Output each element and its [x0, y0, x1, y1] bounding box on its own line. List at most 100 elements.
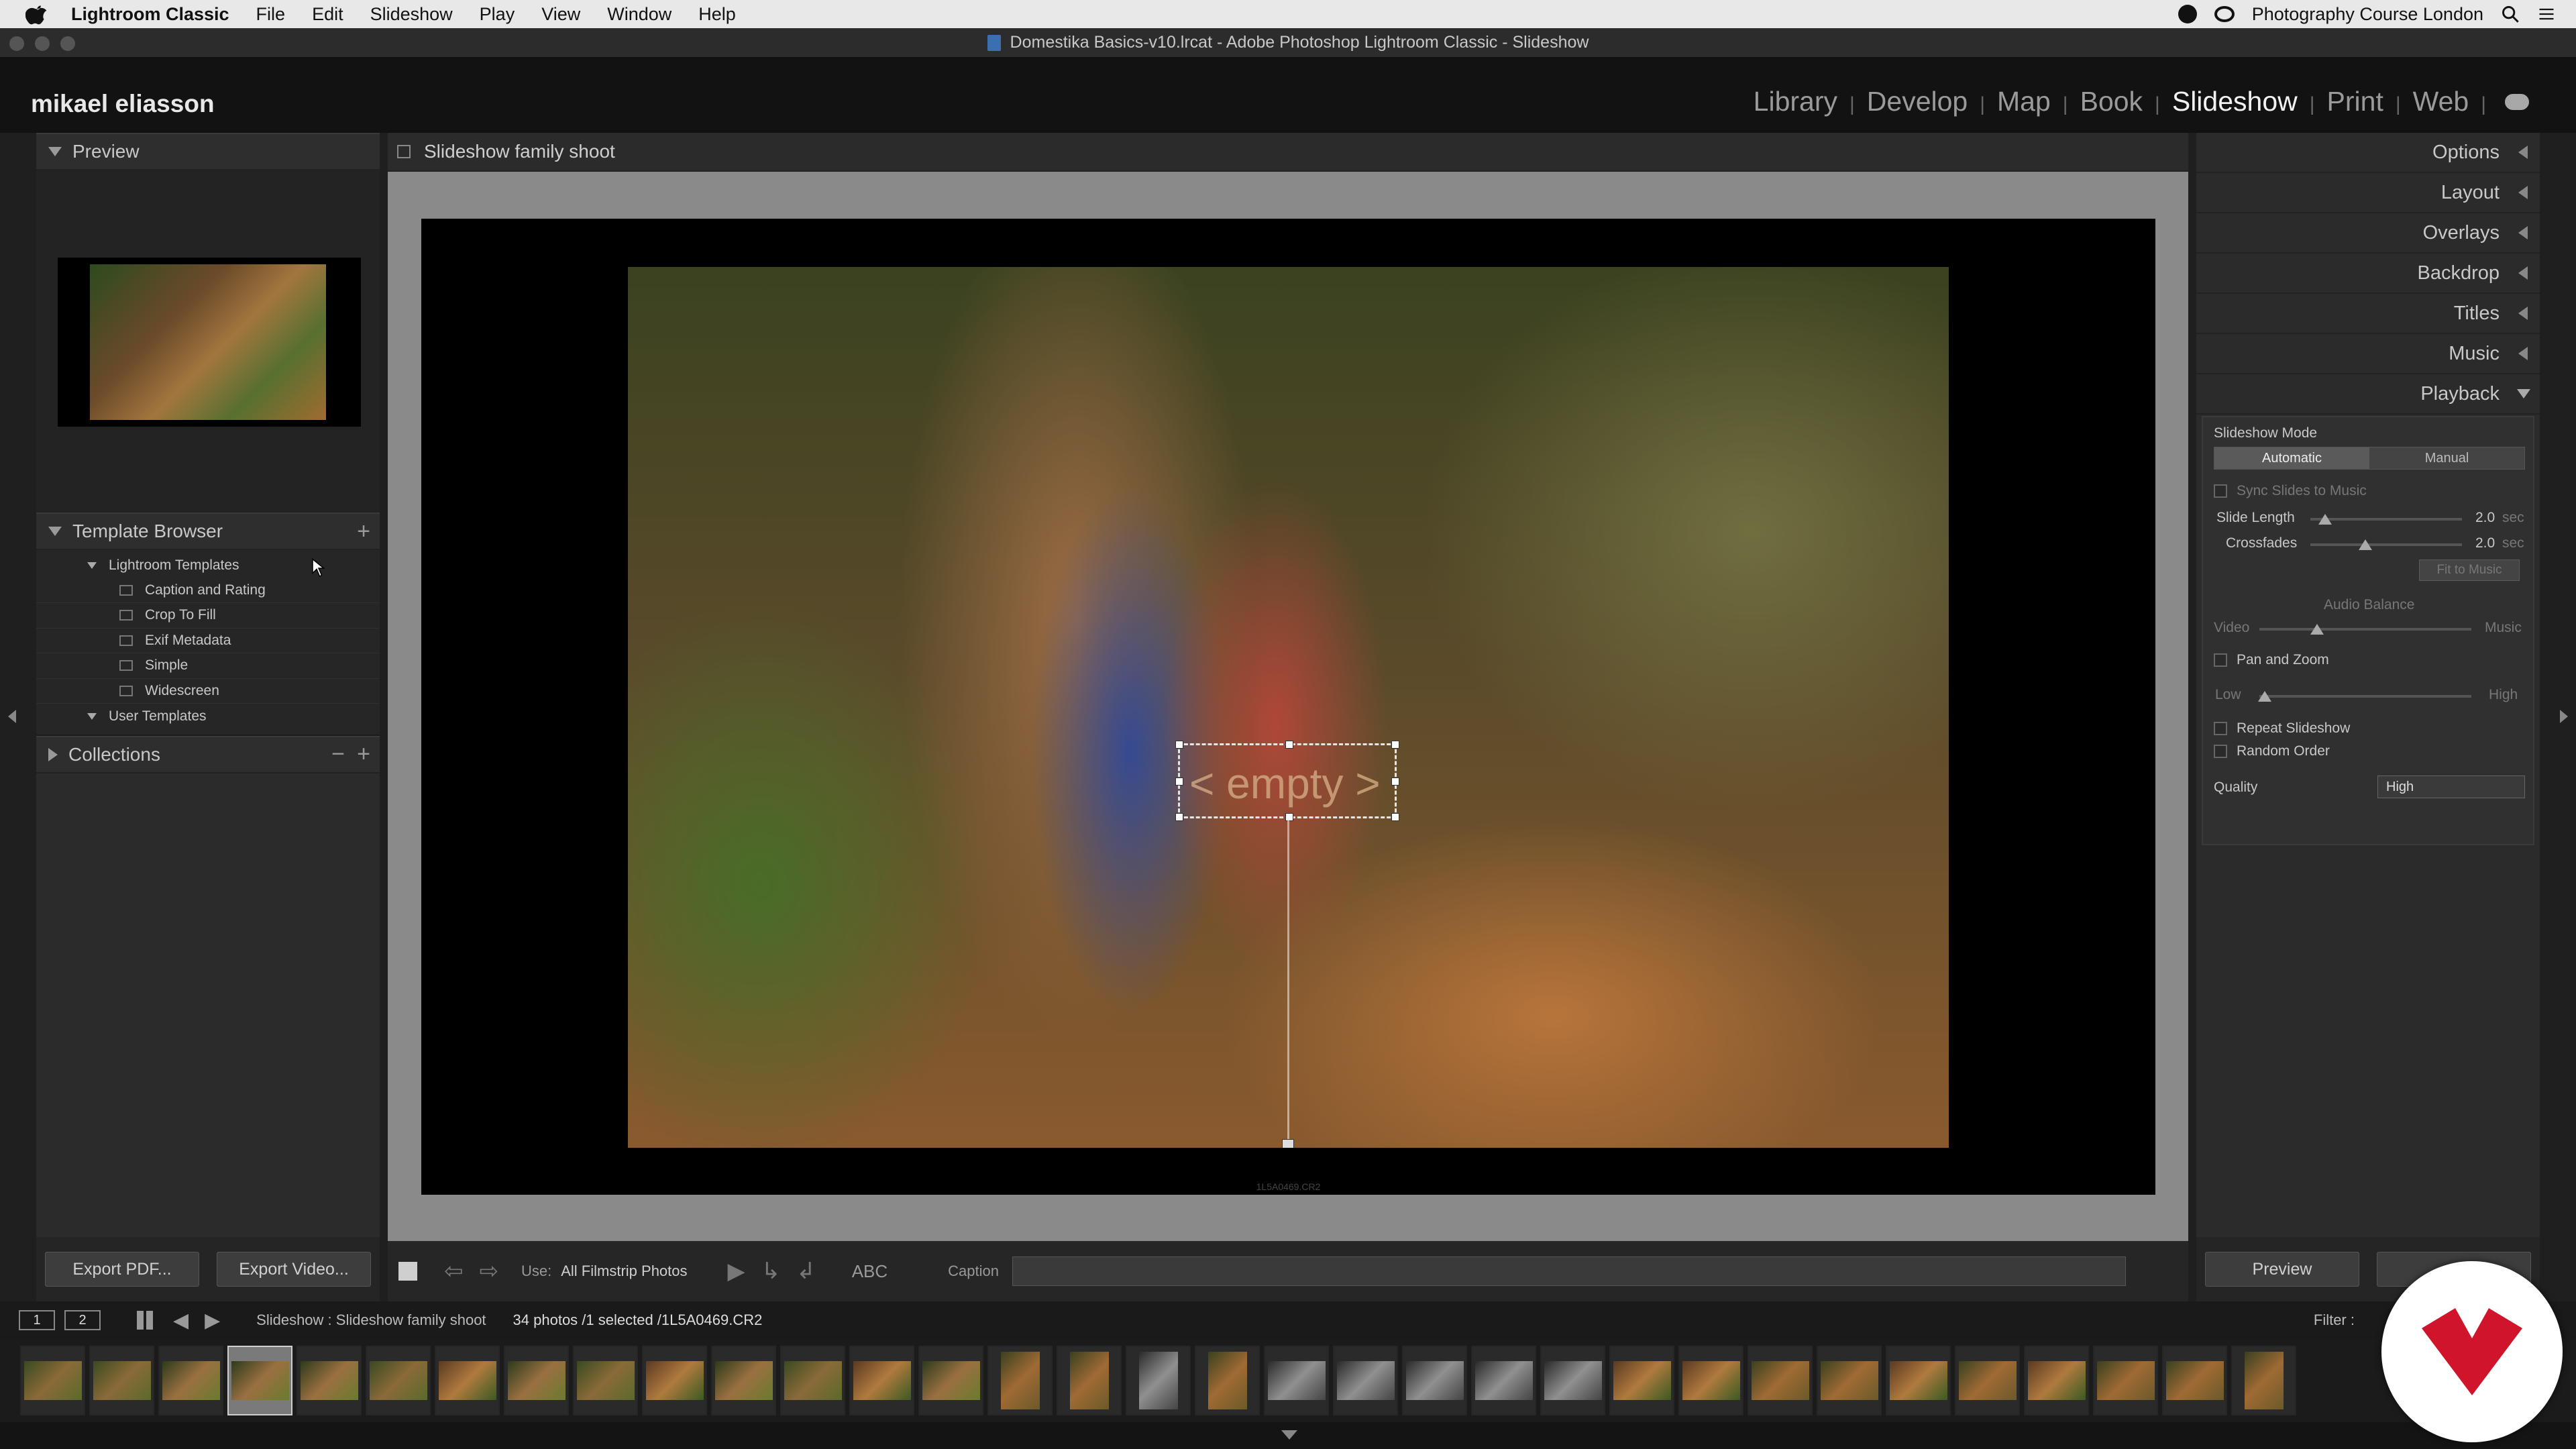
filmstrip-thumbnail[interactable] — [1886, 1346, 1951, 1415]
pan-zoom-thumb[interactable] — [2258, 691, 2271, 702]
slide-length-value[interactable]: 2.0 — [2475, 510, 2495, 526]
export-pdf-button[interactable]: Export PDF... — [45, 1252, 199, 1287]
add-text-button[interactable]: ABC — [852, 1261, 888, 1282]
remove-collection-icon[interactable]: − — [331, 741, 345, 767]
filmstrip-thumbnail[interactable] — [227, 1346, 292, 1415]
filmstrip-thumbnail[interactable] — [1057, 1346, 1122, 1415]
resize-handle[interactable] — [1391, 777, 1399, 786]
main-window-button[interactable]: 1 — [19, 1310, 55, 1330]
zoom-window-button[interactable] — [60, 36, 75, 51]
collapsed-arrow-icon[interactable] — [2518, 307, 2528, 320]
custom-text-field[interactable] — [1012, 1256, 2126, 1286]
panel-backdrop[interactable]: Backdrop — [2196, 254, 2540, 294]
menu-edit[interactable]: Edit — [312, 4, 343, 25]
folder-open-icon[interactable] — [87, 712, 97, 720]
filmstrip-thumbnail[interactable] — [1264, 1346, 1329, 1415]
filmstrip-thumbnail[interactable] — [711, 1346, 776, 1415]
second-window-button[interactable]: 2 — [64, 1310, 101, 1330]
repeat-checkbox[interactable] — [2214, 722, 2227, 735]
resize-handle[interactable] — [1391, 741, 1399, 749]
panel-overlays[interactable]: Overlays — [2196, 213, 2540, 254]
filmstrip-thumbnail[interactable] — [20, 1346, 85, 1415]
menu-app-name[interactable]: Lightroom Classic — [71, 4, 229, 25]
filmstrip-thumbnail[interactable] — [2093, 1346, 2158, 1415]
panel-layout[interactable]: Layout — [2196, 173, 2540, 213]
filmstrip-thumbnail[interactable] — [1817, 1346, 1882, 1415]
collapse-filmstrip-arrow-icon[interactable] — [1281, 1430, 1297, 1440]
module-book[interactable]: Book — [2071, 86, 2152, 117]
add-collection-icon[interactable]: + — [357, 741, 370, 767]
caption-select[interactable]: Caption — [948, 1263, 999, 1280]
filmstrip-photo-count[interactable]: 34 photos /1 selected /1L5A0469.CR2 — [513, 1311, 763, 1329]
folder-open-icon[interactable] — [87, 561, 97, 569]
template-item[interactable]: Caption and Rating — [36, 578, 380, 603]
filmstrip-thumbnail[interactable] — [1678, 1346, 1743, 1415]
right-panel-edge[interactable] — [2540, 133, 2576, 1301]
menu-play[interactable]: Play — [480, 4, 515, 25]
filmstrip-thumbnail[interactable] — [2162, 1346, 2227, 1415]
resize-handle[interactable] — [1175, 813, 1183, 821]
resize-handle[interactable] — [1391, 813, 1399, 821]
disclosure-closed-icon[interactable] — [48, 747, 58, 761]
disclosure-open-icon[interactable] — [48, 147, 62, 156]
bottom-panel-edge[interactable] — [0, 1422, 2576, 1449]
resize-handle[interactable] — [1285, 813, 1293, 821]
mode-automatic[interactable]: Automatic — [2214, 447, 2369, 469]
module-develop[interactable]: Develop — [1858, 86, 1977, 117]
expanded-arrow-icon[interactable] — [2517, 389, 2530, 398]
resize-handle[interactable] — [1285, 741, 1293, 749]
collapsed-arrow-icon[interactable] — [2518, 146, 2528, 159]
module-map[interactable]: Map — [1988, 86, 2060, 117]
filmstrip-thumbnail[interactable] — [2231, 1346, 2296, 1415]
module-library[interactable]: Library — [1744, 86, 1847, 117]
filmstrip-source-path[interactable]: Slideshow : Slideshow family shoot — [256, 1311, 486, 1329]
template-browser-header[interactable]: Template Browser + — [36, 513, 380, 550]
filmstrip-thumbnail[interactable] — [1748, 1346, 1813, 1415]
add-template-icon[interactable]: + — [357, 519, 370, 545]
quality-select[interactable]: High — [2377, 775, 2525, 798]
preview-panel-header[interactable]: Preview — [36, 133, 380, 170]
pan-zoom-checkbox[interactable] — [2214, 653, 2227, 667]
left-panel-edge[interactable] — [0, 133, 36, 1301]
menu-help[interactable]: Help — [698, 4, 736, 25]
filmstrip-thumbnail[interactable] — [849, 1346, 914, 1415]
module-web[interactable]: Web — [2404, 86, 2479, 117]
module-print[interactable]: Print — [2318, 86, 2393, 117]
audio-balance-track[interactable] — [2259, 628, 2471, 631]
filmstrip-thumbnail[interactable] — [987, 1346, 1053, 1415]
back-arrow-icon[interactable]: ◀ — [173, 1309, 189, 1332]
filmstrip-thumbnail[interactable] — [918, 1346, 983, 1415]
filmstrip-thumbnail[interactable] — [1471, 1346, 1536, 1415]
rotate-left-icon[interactable]: ↳ — [761, 1258, 781, 1285]
apple-icon[interactable] — [25, 3, 48, 25]
filmstrip-thumbnail[interactable] — [504, 1346, 569, 1415]
resize-handle[interactable] — [1175, 741, 1183, 749]
grid-view-icon[interactable] — [137, 1311, 156, 1330]
eye-icon[interactable] — [2214, 6, 2235, 22]
menu-file[interactable]: File — [256, 4, 286, 25]
template-item[interactable]: Simple — [36, 653, 380, 679]
collapse-right-arrow-icon[interactable] — [2560, 710, 2568, 723]
filmstrip-thumbnail[interactable] — [89, 1346, 154, 1415]
filmstrip-thumbnail[interactable] — [435, 1346, 500, 1415]
filmstrip-thumbnail[interactable] — [1195, 1346, 1260, 1415]
menubar-account-label[interactable]: Photography Course London — [2252, 4, 2483, 25]
use-select[interactable]: All Filmstrip Photos — [561, 1263, 687, 1280]
mode-manual[interactable]: Manual — [2369, 447, 2524, 469]
minimize-window-button[interactable] — [35, 36, 50, 51]
identity-plate[interactable]: mikael eliasson — [31, 90, 215, 118]
cloud-sync-icon[interactable] — [2505, 93, 2529, 110]
template-folder-lightroom[interactable]: Lightroom Templates — [36, 553, 380, 578]
slide-length-track[interactable] — [2310, 518, 2462, 521]
panel-music[interactable]: Music — [2196, 334, 2540, 374]
next-slide-icon[interactable]: ⇨ — [480, 1258, 499, 1285]
filmstrip-thumbnail[interactable] — [573, 1346, 638, 1415]
collapsed-arrow-icon[interactable] — [2518, 266, 2528, 280]
close-window-button[interactable] — [9, 36, 24, 51]
filmstrip-thumbnail[interactable] — [642, 1346, 707, 1415]
filmstrip-thumbnail[interactable] — [1955, 1346, 2020, 1415]
crossfades-thumb[interactable] — [2359, 539, 2372, 550]
template-folder-user[interactable]: User Templates — [36, 704, 380, 729]
filmstrip-thumbnail[interactable] — [780, 1346, 845, 1415]
filmstrip-thumbnail[interactable] — [1126, 1346, 1191, 1415]
